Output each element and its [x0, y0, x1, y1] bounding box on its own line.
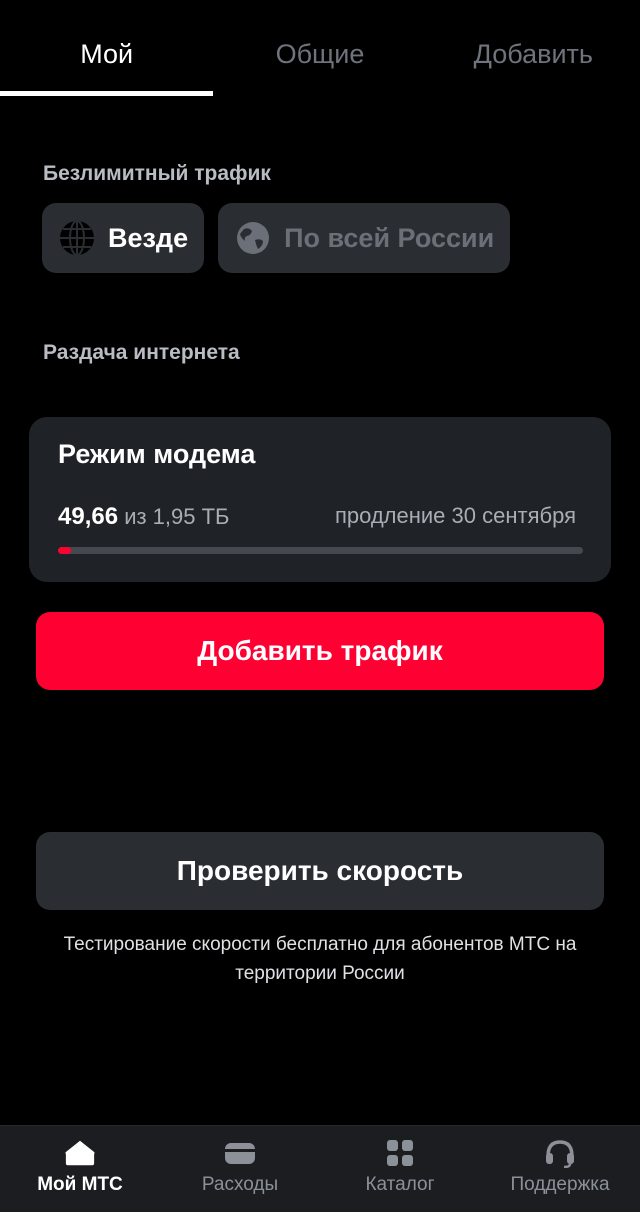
- bottom-nav: Мой МТС Расходы Каталог Поддержка: [0, 1125, 640, 1212]
- tab-shared-label: Общие: [275, 38, 365, 69]
- tab-add-label: Добавить: [473, 38, 593, 69]
- headset-icon: [544, 1138, 576, 1168]
- modem-used-value: 49,66: [58, 503, 119, 530]
- grid-icon: [384, 1138, 416, 1168]
- modem-total-value: из 1,95 ТБ: [124, 504, 230, 529]
- unlimited-traffic-title: Безлимитный трафик: [43, 162, 271, 185]
- chip-all-russia[interactable]: По всей России: [218, 203, 511, 273]
- tethering-title: Раздача интернета: [43, 341, 240, 364]
- chip-everywhere[interactable]: Везде: [42, 203, 205, 273]
- modem-progress-bar: [58, 547, 583, 554]
- home-icon: [64, 1138, 96, 1168]
- add-traffic-button[interactable]: Добавить трафик: [36, 612, 604, 690]
- nav-expenses[interactable]: Расходы: [160, 1126, 320, 1212]
- chip-everywhere-label: Везде: [108, 222, 189, 253]
- unlimited-chips: Везде По всей России: [42, 203, 511, 273]
- tab-my[interactable]: Мой: [0, 0, 214, 96]
- check-speed-button[interactable]: Проверить скорость: [36, 832, 604, 910]
- nav-expenses-label: Расходы: [201, 1174, 279, 1195]
- tab-add[interactable]: Добавить: [427, 0, 640, 96]
- modem-renewal-date: продление 30 сентября: [334, 503, 576, 528]
- nav-my-mts-label: Мой МТС: [37, 1174, 123, 1195]
- tab-my-label: Мой: [80, 38, 134, 69]
- modem-usage: 49,66 из 1,95 ТБ: [58, 503, 229, 531]
- tab-shared[interactable]: Общие: [213, 0, 426, 96]
- wallet-icon: [224, 1138, 256, 1168]
- modem-progress-fill: [58, 547, 72, 554]
- nav-catalog[interactable]: Каталог: [320, 1126, 480, 1212]
- nav-support[interactable]: Поддержка: [480, 1126, 640, 1212]
- nav-support-label: Поддержка: [510, 1174, 610, 1195]
- modem-mode-title: Режим модема: [58, 439, 256, 469]
- nav-catalog-label: Каталог: [365, 1174, 435, 1195]
- chip-all-russia-label: По всей России: [284, 222, 495, 253]
- earth-icon: [234, 219, 272, 257]
- nav-my-mts[interactable]: Мой МТС: [0, 1126, 160, 1212]
- modem-mode-card[interactable]: Режим модема 49,66 из 1,95 ТБ продление …: [29, 417, 611, 582]
- tab-bar: Мой Общие Добавить: [0, 0, 640, 96]
- globe-icon: [58, 219, 96, 257]
- speed-test-note: Тестирование скорости бесплатно для абон…: [63, 934, 577, 984]
